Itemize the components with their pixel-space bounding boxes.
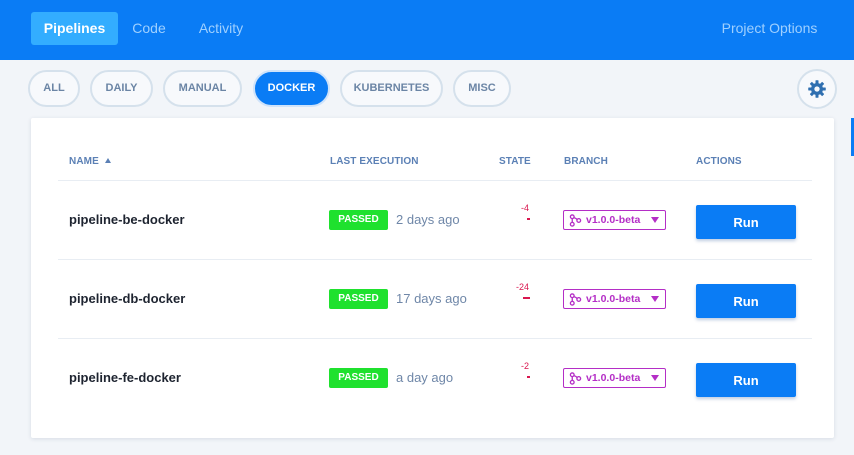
state-value: -2	[521, 361, 530, 371]
status-badge: PASSED	[329, 289, 388, 309]
branch-label: v1.0.0-beta	[586, 214, 641, 226]
caret-down-icon	[651, 296, 659, 302]
filter-docker[interactable]: DOCKER	[253, 70, 330, 107]
column-header-state: STATE	[499, 156, 531, 167]
state-value: -4	[521, 203, 530, 213]
top-nav-bar: Pipelines Code Activity Project Options	[0, 0, 854, 60]
last-execution-time: a day ago	[396, 370, 454, 385]
git-branch-icon	[569, 293, 582, 306]
nav-tab-pipelines[interactable]: Pipelines	[31, 12, 118, 45]
settings-button[interactable]	[797, 69, 837, 109]
table-row: pipeline-be-docker PASSED 2 days ago -4 …	[31, 181, 834, 260]
pipelines-table-card: NAME LAST EXECUTION STATE BRANCH ACTIONS…	[31, 118, 834, 438]
filter-kubernetes[interactable]: KUBERNETES	[340, 70, 443, 107]
filter-all[interactable]: ALL	[28, 70, 80, 107]
branch-selector[interactable]: v1.0.0-beta	[563, 210, 666, 230]
column-header-name[interactable]: NAME	[69, 156, 111, 167]
table-row: pipeline-fe-docker PASSED a day ago -2 v…	[31, 339, 834, 418]
nav-tab-activity[interactable]: Activity	[188, 12, 254, 45]
run-button[interactable]: Run	[696, 363, 796, 397]
gear-icon	[808, 80, 826, 98]
filter-manual[interactable]: MANUAL	[163, 70, 242, 107]
branch-selector[interactable]: v1.0.0-beta	[563, 289, 666, 309]
git-branch-icon	[569, 372, 582, 385]
git-branch-icon	[569, 214, 582, 227]
filter-daily[interactable]: DAILY	[90, 70, 153, 107]
column-header-branch: BRANCH	[564, 156, 608, 167]
run-button[interactable]: Run	[696, 205, 796, 239]
caret-down-icon	[651, 375, 659, 381]
state-value: -24	[516, 282, 530, 292]
nav-tab-code[interactable]: Code	[126, 12, 172, 45]
state-indicator	[527, 218, 530, 220]
column-header-actions: ACTIONS	[696, 156, 742, 167]
pipeline-name[interactable]: pipeline-be-docker	[69, 212, 185, 227]
table-row: pipeline-db-docker PASSED 17 days ago -2…	[31, 260, 834, 339]
state-indicator	[523, 297, 530, 299]
caret-down-icon	[651, 217, 659, 223]
last-execution-time: 17 days ago	[396, 291, 467, 306]
branch-label: v1.0.0-beta	[586, 293, 641, 305]
last-execution-time: 2 days ago	[396, 212, 460, 227]
branch-selector[interactable]: v1.0.0-beta	[563, 368, 666, 388]
sort-ascending-icon	[104, 158, 111, 163]
column-header-name-label: NAME	[69, 156, 99, 167]
branch-label: v1.0.0-beta	[586, 372, 641, 384]
column-header-last-execution: LAST EXECUTION	[330, 156, 419, 167]
run-button[interactable]: Run	[696, 284, 796, 318]
filter-misc[interactable]: MISC	[453, 70, 511, 107]
pipeline-name[interactable]: pipeline-fe-docker	[69, 370, 181, 385]
state-indicator	[527, 376, 530, 378]
status-badge: PASSED	[329, 210, 388, 230]
pipeline-name[interactable]: pipeline-db-docker	[69, 291, 185, 306]
status-badge: PASSED	[329, 368, 388, 388]
project-options-link[interactable]: Project Options	[712, 12, 827, 45]
